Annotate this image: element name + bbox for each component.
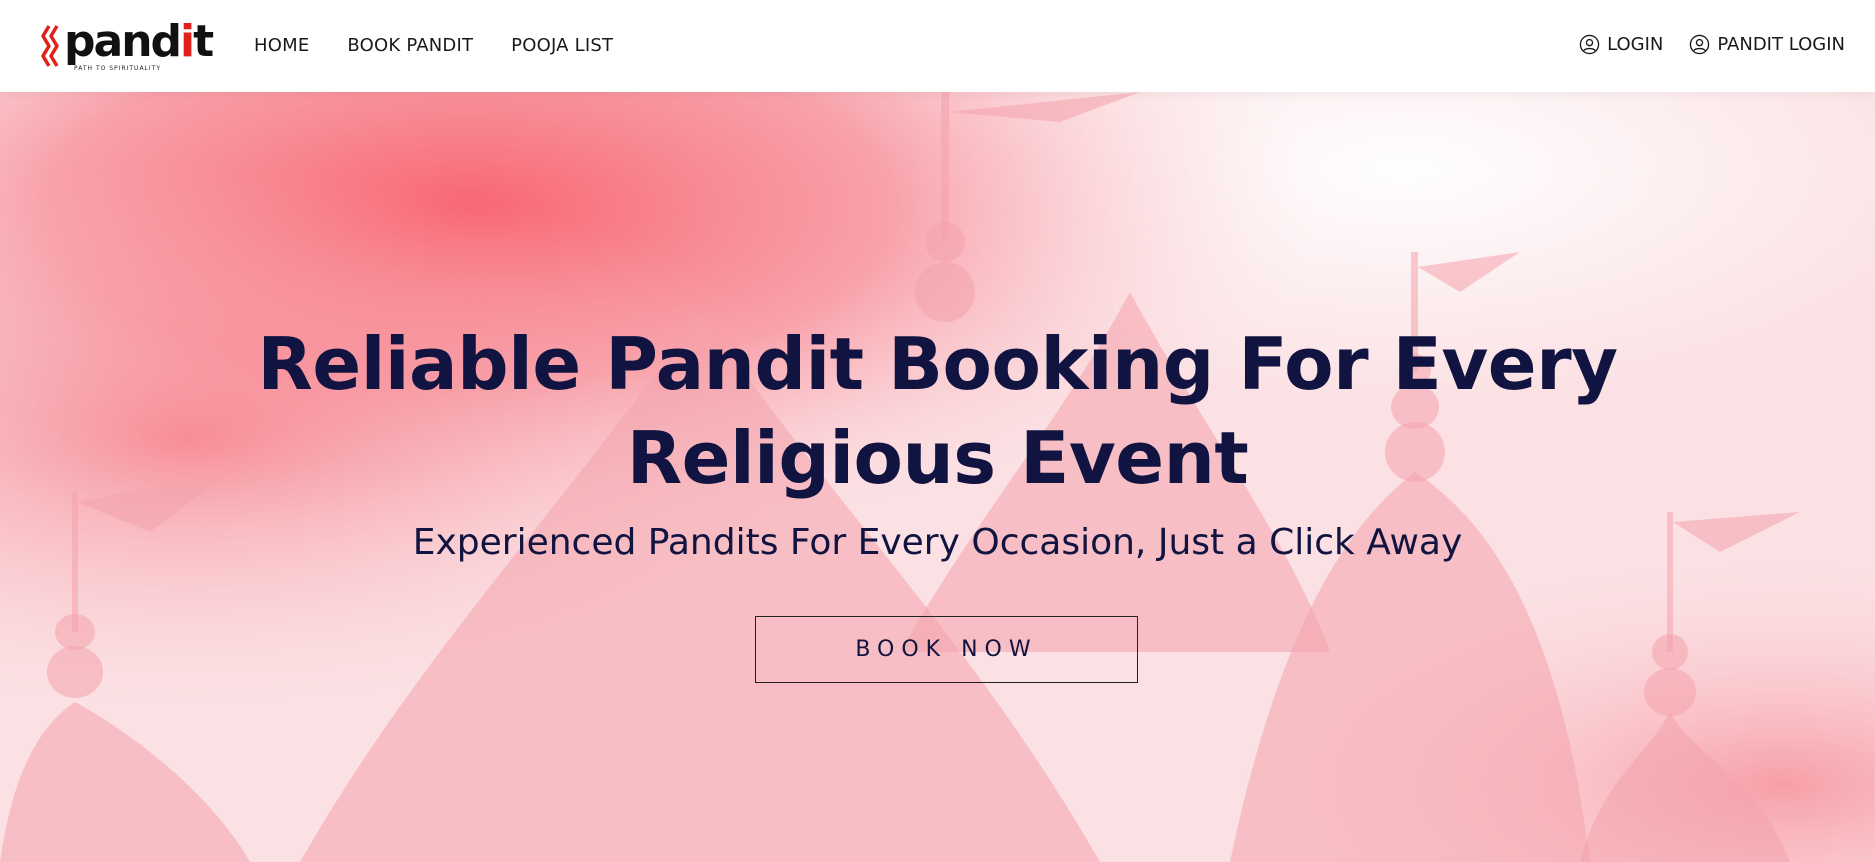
login-link[interactable]: LOGIN [1579, 34, 1663, 55]
book-now-button[interactable]: BOOK NOW [755, 616, 1138, 683]
nav-book-pandit[interactable]: BOOK PANDIT [347, 35, 473, 56]
logo[interactable]: pandit PATH TO SPIRITUALITY [40, 18, 214, 74]
site-header: pandit PATH TO SPIRITUALITY HOME BOOK PA… [0, 0, 1875, 92]
logo-text-prefix: pand [64, 16, 182, 67]
auth-links: LOGIN PANDIT LOGIN [1579, 34, 1845, 55]
nav-pooja-list[interactable]: POOJA LIST [511, 35, 613, 56]
hero-section: Reliable Pandit Booking For Every Religi… [0, 92, 1875, 862]
logo-mark-icon [41, 25, 59, 67]
hero-title-line1: Reliable Pandit Booking For Every [257, 322, 1618, 406]
hero-title: Reliable Pandit Booking For Every Religi… [0, 317, 1875, 505]
user-circle-icon [1690, 34, 1710, 55]
pandit-login-label: PANDIT LOGIN [1717, 34, 1845, 55]
main-nav: HOME BOOK PANDIT POOJA LIST [254, 35, 613, 56]
hero-title-line2: Religious Event [626, 416, 1249, 500]
logo-wordmark: pandit [64, 16, 214, 67]
login-label: LOGIN [1607, 34, 1664, 55]
nav-home[interactable]: HOME [254, 35, 309, 56]
pandit-login-link[interactable]: PANDIT LOGIN [1689, 34, 1845, 55]
user-circle-icon [1579, 34, 1600, 55]
logo-text-suffix: t [193, 16, 214, 67]
logo-tagline: PATH TO SPIRITUALITY [74, 65, 161, 72]
logo-text-red: i [180, 16, 195, 67]
hero-subtitle: Experienced Pandits For Every Occasion, … [412, 522, 1463, 563]
